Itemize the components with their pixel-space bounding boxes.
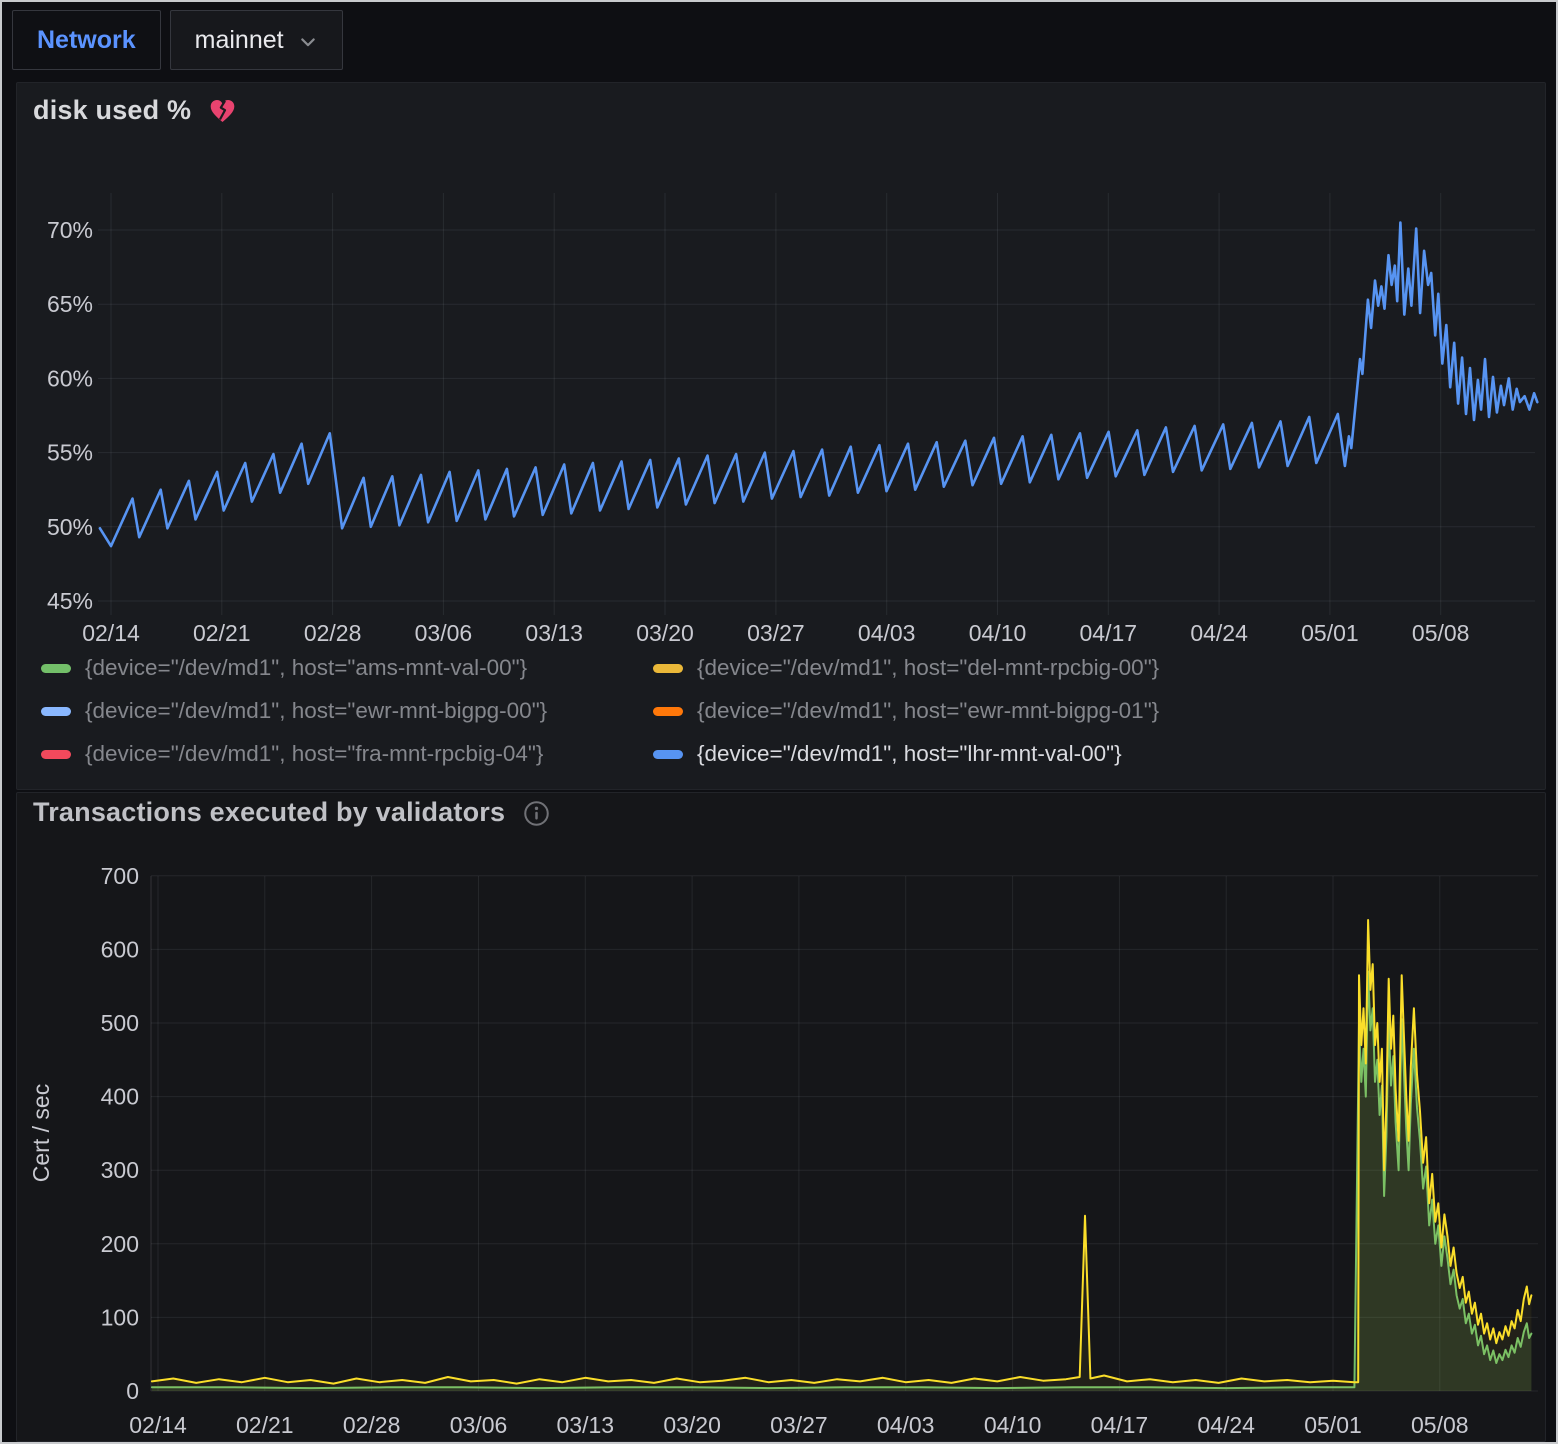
x-tick-label: 03/06 — [450, 1412, 508, 1438]
y-tick-label: 55% — [47, 440, 93, 466]
transactions-chart-canvas[interactable]: 02/14 02/21 02/28 03/06 03/13 03/20 03/27 04/03… — [17, 793, 1547, 1443]
y-tick-label: 70% — [47, 217, 93, 243]
disk-usage-legend: {device="/dev/md1", host="ams-mnt-val-00… — [41, 655, 1159, 767]
series-color-swatch — [41, 750, 71, 759]
x-tick-label: 04/03 — [858, 620, 916, 646]
series-line — [100, 223, 1537, 546]
series-color-swatch — [653, 707, 683, 716]
network-variable-label-text: Network — [37, 26, 136, 55]
y-tick-label: 100 — [101, 1304, 139, 1330]
series-color-swatch — [41, 707, 71, 716]
x-tick-label: 05/01 — [1304, 1412, 1362, 1438]
legend-item-del-mnt-rpcbig-00[interactable]: {device="/dev/md1", host="del-mnt-rpcbig… — [653, 655, 1159, 681]
series-label: {device="/dev/md1", host="lhr-mnt-val-00… — [697, 741, 1122, 767]
y-tick-label: 50% — [47, 514, 93, 540]
x-tick-label: 05/08 — [1412, 620, 1470, 646]
y-tick-label: 200 — [101, 1231, 139, 1257]
series-label: {device="/dev/md1", host="fra-mnt-rpcbig… — [85, 741, 543, 767]
x-tick-label: 02/28 — [343, 1412, 401, 1438]
x-tick-label: 02/14 — [129, 1412, 187, 1438]
x-tick-label: 04/17 — [1080, 620, 1138, 646]
x-tick-label: 03/20 — [663, 1412, 721, 1438]
x-tick-label: 04/17 — [1091, 1412, 1149, 1438]
y-tick-label: 600 — [101, 936, 139, 962]
legend-item-lhr-mnt-val-00[interactable]: {device="/dev/md1", host="lhr-mnt-val-00… — [653, 741, 1159, 767]
y-tick-label: 65% — [47, 291, 93, 317]
variable-bar: Network mainnet — [12, 10, 343, 70]
legend-item-fra-mnt-rpcbig-04[interactable]: {device="/dev/md1", host="fra-mnt-rpcbig… — [41, 741, 653, 767]
x-tick-label: 05/01 — [1301, 620, 1359, 646]
chevron-down-icon — [298, 32, 318, 52]
x-tick-label: 02/14 — [82, 620, 140, 646]
y-tick-label: 700 — [101, 863, 139, 889]
series-line — [152, 972, 1532, 1389]
transactions-panel: Transactions executed by validators Cert… — [16, 792, 1546, 1442]
x-tick-label: 03/13 — [557, 1412, 615, 1438]
series-color-swatch — [653, 664, 683, 673]
network-variable-value: mainnet — [195, 26, 284, 55]
network-variable-dropdown[interactable]: mainnet — [170, 10, 343, 70]
series-label: {device="/dev/md1", host="del-mnt-rpcbig… — [697, 655, 1159, 681]
series-label: {device="/dev/md1", host="ewr-mnt-bigpg-… — [697, 698, 1159, 724]
x-tick-label: 03/13 — [525, 620, 583, 646]
series-line — [152, 920, 1532, 1384]
legend-item-ams-mnt-val-00[interactable]: {device="/dev/md1", host="ams-mnt-val-00… — [41, 655, 653, 681]
disk-used-panel: disk used % 02/1402/2102/2803/0603/1303/… — [16, 82, 1546, 790]
x-tick-label: 05/08 — [1411, 1412, 1469, 1438]
x-tick-label: 03/27 — [747, 620, 805, 646]
legend-item-ewr-mnt-bigpg-00[interactable]: {device="/dev/md1", host="ewr-mnt-bigpg-… — [41, 698, 653, 724]
series-color-swatch — [653, 750, 683, 759]
y-tick-label: 300 — [101, 1157, 139, 1183]
x-tick-label: 04/10 — [969, 620, 1027, 646]
x-tick-label: 04/24 — [1197, 1412, 1255, 1438]
x-tick-label: 02/21 — [236, 1412, 294, 1438]
series-area-fill — [152, 972, 1532, 1392]
y-tick-label: 400 — [101, 1084, 139, 1110]
x-tick-label: 03/06 — [415, 620, 473, 646]
x-tick-label: 02/28 — [304, 620, 362, 646]
series-area-fill — [152, 920, 1532, 1391]
grafana-dashboard: { "topbar": { "variable_label": "Network… — [0, 0, 1558, 1444]
x-tick-label: 04/03 — [877, 1412, 935, 1438]
series-label: {device="/dev/md1", host="ams-mnt-val-00… — [85, 655, 527, 681]
x-tick-label: 04/24 — [1190, 620, 1248, 646]
legend-item-ewr-mnt-bigpg-01[interactable]: {device="/dev/md1", host="ewr-mnt-bigpg-… — [653, 698, 1159, 724]
x-tick-label: 03/27 — [770, 1412, 828, 1438]
x-tick-label: 04/10 — [984, 1412, 1042, 1438]
series-color-swatch — [41, 664, 71, 673]
x-tick-label: 02/21 — [193, 620, 251, 646]
y-tick-label: 500 — [101, 1010, 139, 1036]
series-label: {device="/dev/md1", host="ewr-mnt-bigpg-… — [85, 698, 547, 724]
network-variable-label[interactable]: Network — [12, 10, 161, 70]
y-tick-label: 60% — [47, 365, 93, 391]
y-tick-label: 0 — [126, 1378, 139, 1404]
y-tick-label: 45% — [47, 588, 93, 614]
x-tick-label: 03/20 — [636, 620, 694, 646]
